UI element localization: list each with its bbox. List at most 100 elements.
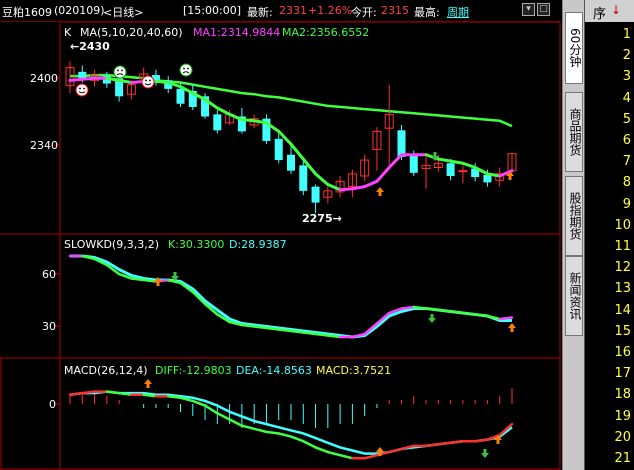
restore-icon[interactable]: □ xyxy=(537,3,550,16)
candle-body-down xyxy=(213,114,222,131)
smiley-eye xyxy=(149,79,151,82)
candle-body-down xyxy=(78,71,87,79)
sequence-number[interactable]: 6 xyxy=(585,133,631,148)
candle-body-down xyxy=(176,88,185,104)
ma1-segment xyxy=(252,119,268,125)
time-label: [15:00:00] xyxy=(183,4,241,17)
ma1-segment xyxy=(154,79,170,84)
candle-body-down xyxy=(483,174,492,183)
sequence-number[interactable]: 17 xyxy=(585,366,631,381)
title-bar: 豆粕1609 (020109) <日线> [15:00:00] 最新: 2331… xyxy=(0,0,560,22)
tab-60min[interactable]: 60分钟 xyxy=(565,12,583,84)
ma1-segment xyxy=(436,157,453,163)
sequence-number[interactable]: 10 xyxy=(585,218,631,233)
kd-title: SLOWKD(9,3,3,2) xyxy=(64,238,160,251)
candle-body-down xyxy=(311,186,320,203)
sequence-number[interactable]: 11 xyxy=(585,239,631,254)
sequence-number[interactable]: 8 xyxy=(585,175,631,190)
macd-title: MACD(26,12,4) xyxy=(64,364,148,377)
sequence-number[interactable]: 1 xyxy=(585,27,631,42)
sequence-number[interactable]: 13 xyxy=(585,281,631,296)
kd-k-segment xyxy=(449,310,465,315)
candle-body-down xyxy=(274,138,283,161)
sequence-number[interactable]: 9 xyxy=(585,197,631,212)
kd-k-segment xyxy=(498,316,514,321)
kd-k-segment xyxy=(289,329,305,334)
k-legend: K xyxy=(64,26,72,39)
sequence-header-label: 序 xyxy=(593,7,607,22)
instrument-code: (020109) xyxy=(54,4,105,17)
kd-k-segment xyxy=(130,277,145,282)
smiley-icon xyxy=(75,83,89,97)
sequence-number[interactable]: 3 xyxy=(585,69,631,84)
kd-k-segment xyxy=(240,323,256,328)
sequence-number[interactable]: 20 xyxy=(585,430,631,445)
sequence-number[interactable]: 5 xyxy=(585,112,631,127)
dropdown-icon[interactable]: ▾ xyxy=(522,3,535,16)
ma1-segment xyxy=(68,77,84,82)
macd-diff-segment xyxy=(437,441,452,446)
macd-diff-value: DIFF:-12.9803 xyxy=(155,364,232,377)
kd-k-segment xyxy=(400,305,416,310)
smiley-eye xyxy=(121,69,123,72)
macd-diff-segment xyxy=(105,390,121,395)
high-label: 最高: xyxy=(414,6,440,19)
ma-legend: MA(5,10,20,40,60) xyxy=(80,26,183,39)
ma1-segment xyxy=(350,185,367,191)
kd-k-segment xyxy=(437,308,452,313)
right-tab-strip: 60分钟 商品期货 股指期货 新闻资讯 xyxy=(562,0,584,470)
price-tick-2400: 2400 xyxy=(30,72,58,85)
open-label: 今开: xyxy=(351,6,377,19)
candle-body-down xyxy=(287,154,295,171)
kd-k-segment xyxy=(142,278,158,283)
kd-k-segment xyxy=(252,325,268,330)
sequence-number[interactable]: 4 xyxy=(585,91,631,106)
smiley-eye xyxy=(79,87,81,90)
macd-diff-segment xyxy=(166,395,182,400)
open-value: 2315 xyxy=(381,4,409,17)
smiley-icon xyxy=(113,65,127,79)
smiley-eye xyxy=(117,69,119,72)
kd-tick-30: 30 xyxy=(42,320,56,333)
ma1-segment xyxy=(105,76,121,82)
change-percent: +1.26% xyxy=(308,4,353,17)
kd-k-value: K:30.3300 xyxy=(168,238,225,251)
tab-commodity-futures[interactable]: 商品期货 xyxy=(565,92,583,172)
candle-body-down xyxy=(299,165,308,191)
tab-news[interactable]: 新闻资讯 xyxy=(565,256,583,336)
smiley-eye xyxy=(187,67,189,70)
sequence-number[interactable]: 16 xyxy=(585,345,631,360)
ma1-segment xyxy=(485,172,502,178)
kd-d-value: D:28.9387 xyxy=(229,238,287,251)
sort-down-icon[interactable]: ↓ xyxy=(611,3,621,17)
kd-k-segment xyxy=(277,328,293,333)
ma1-segment xyxy=(117,78,133,84)
sequence-number[interactable]: 19 xyxy=(585,409,631,424)
ma1-value: MA1:2314.9844 xyxy=(193,26,281,39)
period-label: <日线> xyxy=(103,6,144,19)
kd-k-segment xyxy=(314,332,330,337)
sequence-number[interactable]: 12 xyxy=(585,260,631,275)
smiley-icon xyxy=(179,63,193,77)
sequence-number[interactable]: 2 xyxy=(585,48,631,63)
macd-macd-value: MACD:3.7521 xyxy=(316,364,392,377)
tab-index-futures[interactable]: 股指期货 xyxy=(565,176,583,256)
kd-k-segment xyxy=(424,307,440,312)
kd-tick-60: 60 xyxy=(42,268,56,281)
period-link[interactable]: 周期 xyxy=(447,4,469,20)
smiley-eye xyxy=(83,87,85,90)
sequence-number[interactable]: 7 xyxy=(585,154,631,169)
candle-body-down xyxy=(397,130,406,157)
kd-k-segment xyxy=(473,313,489,318)
sequence-number[interactable]: 21 xyxy=(585,451,631,466)
kd-k-segment xyxy=(302,331,317,336)
ma1-segment xyxy=(80,76,97,81)
sequence-number[interactable]: 14 xyxy=(585,303,631,318)
smiley-icon xyxy=(141,75,155,89)
sequence-column: 序 ↓ 1 2 3 4 5 6 7 8 9 10 11 12 13 14 15 16 17 18 19 20 21 xyxy=(584,0,634,470)
high-marker-label: ←2430 xyxy=(70,40,110,53)
sequence-header[interactable]: 序 ↓ xyxy=(585,0,634,22)
sequence-number[interactable]: 15 xyxy=(585,324,631,339)
smiley-eye xyxy=(145,79,147,82)
sequence-number[interactable]: 18 xyxy=(585,387,631,402)
